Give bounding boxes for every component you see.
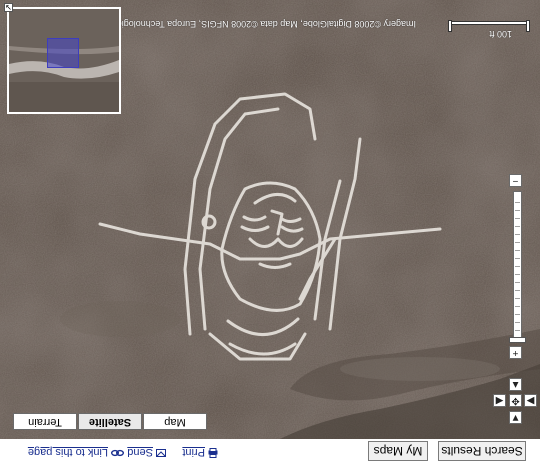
zoom-out-button[interactable]: − — [509, 174, 522, 187]
pan-down-button[interactable]: ▼ — [509, 411, 522, 424]
link-icon — [111, 448, 124, 458]
overview-viewport-box[interactable] — [47, 38, 79, 68]
email-icon — [156, 448, 166, 458]
send-label: Send — [127, 446, 153, 458]
overview-collapse-button[interactable]: ↘ — [4, 3, 13, 12]
scale-label: 100 ft — [489, 29, 512, 39]
print-link[interactable]: Print — [182, 445, 218, 459]
pan-left-button[interactable]: ◀ — [493, 394, 506, 407]
overview-map[interactable] — [7, 7, 121, 114]
pan-up-button[interactable]: ▲ — [509, 378, 522, 391]
pan-center-button[interactable]: ✥ — [509, 394, 522, 407]
my-maps-tab[interactable]: My Maps — [368, 441, 428, 461]
zoom-in-button[interactable]: + — [509, 346, 522, 359]
link-to-page[interactable]: Link to this page — [28, 445, 124, 459]
print-icon — [208, 448, 218, 458]
map-type-terrain-button[interactable]: Terrain — [13, 413, 77, 430]
zoom-slider-thumb[interactable] — [509, 337, 526, 343]
map-type-map-button[interactable]: Map — [143, 413, 207, 430]
print-label: Print — [182, 446, 205, 458]
map-page: Search Results My Maps Print Send Link t… — [0, 0, 540, 463]
map-type-satellite-button[interactable]: Satellite — [78, 413, 142, 430]
pan-right-button[interactable]: ▶ — [524, 394, 537, 407]
search-results-tab[interactable]: Search Results — [438, 441, 526, 461]
scale-bar: 100 ft — [448, 9, 532, 39]
map-toolbar: Search Results My Maps Print Send Link t… — [0, 438, 540, 463]
zoom-slider[interactable] — [513, 191, 522, 340]
link-label: Link to this page — [27, 446, 108, 458]
send-link[interactable]: Send — [127, 445, 166, 459]
satellite-map[interactable]: ▼ ▲ ▶ ◀ ✥ + − Map Satellite Terrain 100 … — [0, 0, 540, 439]
